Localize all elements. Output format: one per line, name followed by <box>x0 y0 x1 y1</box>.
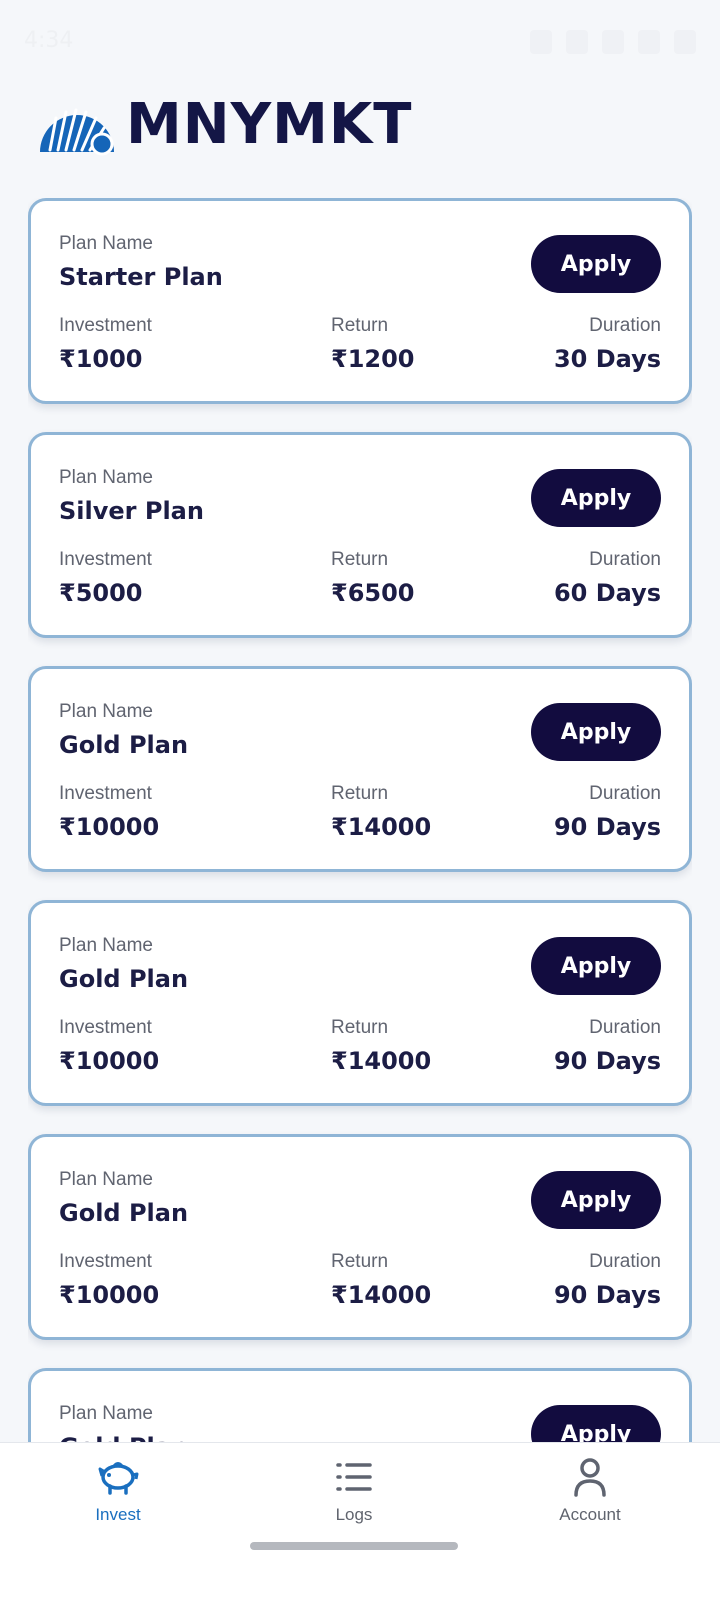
return-value: ₹14000 <box>331 813 432 841</box>
alarm-icon <box>566 30 588 54</box>
status-icons <box>530 30 696 54</box>
plan-name-label: Plan Name <box>59 467 153 488</box>
plan-name: Starter Plan <box>59 263 223 291</box>
plan-name: Gold Plan <box>59 731 189 759</box>
plan-card: Plan Name Silver Plan Apply Investment ₹… <box>28 432 692 638</box>
plan-name-label: Plan Name <box>59 1169 153 1190</box>
return-stat: Return ₹14000 <box>331 1017 431 1075</box>
investment-value: ₹10000 <box>59 1047 160 1075</box>
plan-name: Gold Plan <box>59 965 189 993</box>
plan-list[interactable]: Plan Name Starter Plan Apply Investment … <box>28 198 692 1472</box>
bottom-navigation: Invest Logs Account <box>0 1442 720 1600</box>
investment-stat: Investment ₹10000 <box>59 1251 159 1309</box>
apply-button[interactable]: Apply <box>531 1171 661 1229</box>
investment-stat: Investment ₹10000 <box>59 1017 159 1075</box>
nav-logs-label: Logs <box>335 1505 373 1524</box>
wifi-icon <box>602 30 624 54</box>
signal-icon <box>638 30 660 54</box>
list-icon <box>336 1463 372 1491</box>
apply-button[interactable]: Apply <box>531 469 661 527</box>
plan-name-label: Plan Name <box>59 233 153 254</box>
nav-account-label: Account <box>559 1505 621 1524</box>
duration-label: Duration <box>589 783 661 804</box>
piggy-bank-icon <box>98 1462 139 1495</box>
duration-stat: Duration 90 Days <box>554 1251 661 1309</box>
plan-name-label: Plan Name <box>59 935 153 956</box>
app-screen: 4:34 MNYMKT Plan Name Starter Plan Apply… <box>0 0 720 1600</box>
return-value: ₹14000 <box>331 1281 432 1309</box>
apply-button[interactable]: Apply <box>531 937 661 995</box>
return-value: ₹6500 <box>331 579 415 607</box>
investment-value: ₹5000 <box>59 579 143 607</box>
return-label: Return <box>331 1251 389 1272</box>
plan-name: Gold Plan <box>59 1199 189 1227</box>
duration-label: Duration <box>589 1251 661 1272</box>
return-label: Return <box>331 315 389 336</box>
plan-card: Plan Name Gold Plan Apply Investment ₹10… <box>28 900 692 1106</box>
investment-value: ₹10000 <box>59 1281 160 1309</box>
return-label: Return <box>331 783 389 804</box>
investment-value: ₹1000 <box>59 345 143 373</box>
investment-label: Investment <box>59 1251 152 1272</box>
return-value: ₹14000 <box>331 1047 432 1075</box>
return-stat: Return ₹1200 <box>331 315 415 373</box>
app-header: MNYMKT <box>36 86 412 162</box>
investment-label: Investment <box>59 1017 152 1038</box>
brand-name: MNYMKT <box>126 91 413 157</box>
plan-card: Plan Name Starter Plan Apply Investment … <box>28 198 692 404</box>
plan-name-label: Plan Name <box>59 1403 153 1424</box>
duration-label: Duration <box>589 549 661 570</box>
duration-value: 90 Days <box>553 1281 661 1309</box>
duration-value: 90 Days <box>553 1047 661 1075</box>
return-value: ₹1200 <box>331 345 415 373</box>
return-label: Return <box>331 1017 389 1038</box>
return-stat: Return ₹14000 <box>331 1251 431 1309</box>
return-label: Return <box>331 549 389 570</box>
return-stat: Return ₹14000 <box>331 783 431 841</box>
investment-stat: Investment ₹10000 <box>59 783 159 841</box>
home-indicator[interactable] <box>250 1542 458 1550</box>
duration-stat: Duration 90 Days <box>554 1017 661 1075</box>
status-bar: 4:34 <box>0 0 720 88</box>
plan-name-label: Plan Name <box>59 701 153 722</box>
investment-label: Investment <box>59 315 152 336</box>
duration-stat: Duration 60 Days <box>554 549 661 607</box>
investment-label: Investment <box>59 549 152 570</box>
investment-stat: Investment ₹1000 <box>59 315 152 373</box>
duration-value: 90 Days <box>553 813 661 841</box>
nav-account[interactable]: Account <box>510 1457 670 1525</box>
fan-cards-logo-icon <box>40 108 114 156</box>
investment-value: ₹10000 <box>59 813 160 841</box>
duration-stat: Duration 90 Days <box>554 783 661 841</box>
nav-invest-label: Invest <box>95 1505 141 1524</box>
plan-card: Plan Name Gold Plan Apply Investment ₹10… <box>28 1134 692 1340</box>
return-stat: Return ₹6500 <box>331 549 415 607</box>
user-icon <box>574 1458 606 1497</box>
nav-invest[interactable]: Invest <box>38 1457 198 1525</box>
duration-stat: Duration 30 Days <box>554 315 661 373</box>
battery-icon <box>674 30 696 54</box>
investment-label: Investment <box>59 783 152 804</box>
duration-label: Duration <box>589 315 661 336</box>
apply-button[interactable]: Apply <box>531 235 661 293</box>
status-time: 4:34 <box>24 28 74 53</box>
plan-name: Silver Plan <box>59 497 204 525</box>
duration-label: Duration <box>589 1017 661 1038</box>
apply-button[interactable]: Apply <box>531 703 661 761</box>
duration-value: 30 Days <box>553 345 661 373</box>
investment-stat: Investment ₹5000 <box>59 549 152 607</box>
notification-icon <box>530 30 552 54</box>
duration-value: 60 Days <box>553 579 661 607</box>
plan-card: Plan Name Gold Plan Apply Investment ₹10… <box>28 666 692 872</box>
nav-logs[interactable]: Logs <box>274 1457 434 1525</box>
